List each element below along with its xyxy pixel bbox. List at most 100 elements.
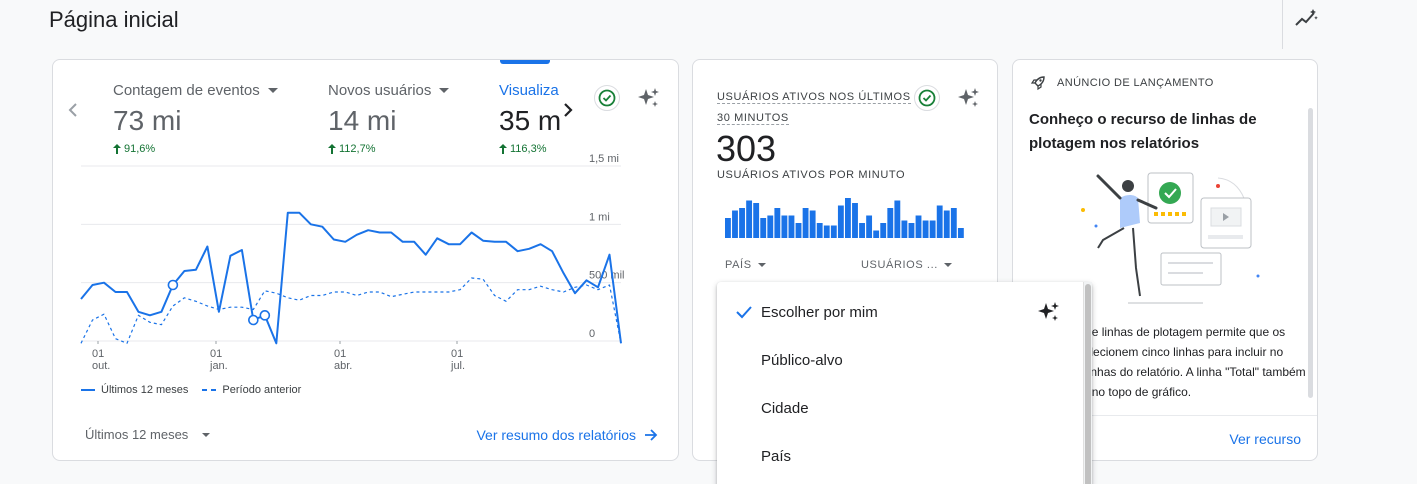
realtime-bar: [802, 208, 809, 238]
realtime-bar: [837, 205, 844, 238]
realtime-bar: [781, 215, 788, 238]
dropdown-item-label: Público-alvo: [761, 351, 843, 369]
realtime-bar: [880, 223, 887, 238]
realtime-bar: [866, 215, 873, 238]
realtime-bar: [795, 223, 802, 238]
data-quality-check[interactable]: [914, 85, 940, 111]
x-tick-label: 01: [334, 348, 346, 360]
legend-dashed-swatch: [202, 389, 217, 391]
caret-down-icon: [943, 263, 952, 267]
header-divider: [1282, 0, 1283, 49]
sparkle-icon: [958, 88, 979, 107]
realtime-title[interactable]: USUÁRIOS ATIVOS NOS ÚLTIMOS 30 MINUTOS: [717, 87, 917, 129]
dimension-dropdown-menu: Escolher por mim Público-alvo Cidade Paí…: [717, 282, 1092, 484]
legend-label: Últimos 12 meses: [101, 384, 189, 396]
realtime-title-text: USUÁRIOS ATIVOS NOS ÚLTIMOS 30 MINUTOS: [717, 91, 911, 125]
overview-card: Contagem de eventos 73 mi 91,6% Novos us…: [52, 59, 679, 461]
realtime-bar-chart: [725, 198, 964, 238]
dropdown-item-label: Escolher por mim: [761, 303, 878, 321]
realtime-bar: [774, 208, 781, 238]
realtime-bar: [887, 208, 894, 238]
dropdown-item-city[interactable]: Cidade: [717, 384, 1077, 432]
launch-label: ANÚNCIO DE LANÇAMENTO: [1057, 77, 1214, 89]
realtime-bar: [739, 208, 745, 238]
y-tick-label: 1,5 mi: [589, 153, 619, 165]
anomaly-marker: [259, 310, 271, 321]
view-reports-label: Ver resumo dos relatórios: [476, 427, 636, 443]
check-circle-icon: [918, 89, 936, 107]
realtime-bar: [746, 200, 753, 238]
dropdown-scrollbar-track[interactable]: [1083, 282, 1092, 484]
realtime-bar: [816, 223, 823, 238]
dropdown-item-label: País: [761, 447, 792, 465]
realtime-bar: [943, 210, 950, 238]
y-tick-label: 1 mi: [589, 211, 610, 223]
overview-line-chart: 1,5 mi1 mi500 mil001out.01jan.01abr.01ju…: [80, 153, 624, 372]
realtime-bar: [788, 215, 795, 238]
dropdown-item-audience[interactable]: Público-alvo: [717, 336, 1077, 384]
dropdown-item-auto[interactable]: Escolher por mim: [717, 288, 1077, 336]
realtime-bar: [894, 200, 901, 238]
view-reports-link[interactable]: Ver resumo dos relatórios: [476, 427, 658, 443]
realtime-bar: [767, 215, 774, 238]
legend-previous[interactable]: Período anterior: [202, 384, 301, 396]
x-tick-label: 01: [92, 348, 104, 360]
users-column-selector[interactable]: USUÁRIOS ...: [861, 259, 952, 271]
sparkle-icon: [1038, 302, 1059, 321]
arrow-right-icon: [645, 429, 658, 441]
realtime-bar: [873, 230, 880, 238]
realtime-bar: [845, 198, 851, 238]
illustration-image: [1081, 172, 1260, 304]
launch-title: Conheço o recurso de linhas de plotagem …: [1029, 111, 1257, 152]
realtime-bar: [830, 225, 837, 238]
legend-current[interactable]: Últimos 12 meses: [81, 384, 188, 396]
insights-button[interactable]: [1292, 6, 1320, 30]
x-tick-label: 01: [451, 348, 463, 360]
legend-label: Período anterior: [222, 384, 302, 396]
legend-solid-swatch: [81, 389, 95, 391]
ai-insights-button[interactable]: [956, 85, 982, 111]
country-column-selector[interactable]: PAÍS: [725, 259, 766, 271]
realtime-bar: [922, 220, 929, 238]
dropdown-item-country[interactable]: País: [717, 432, 1077, 480]
realtime-bar: [809, 210, 816, 238]
realtime-bar: [753, 203, 760, 238]
trending-sparkle-icon: [1295, 9, 1318, 26]
realtime-bar: [760, 218, 767, 238]
realtime-bar: [823, 225, 830, 238]
realtime-value: 303: [716, 128, 777, 169]
y-tick-label: 500 mil: [589, 270, 624, 282]
scrollbar[interactable]: [1308, 108, 1313, 398]
realtime-bar: [732, 210, 738, 238]
anomaly-marker: [167, 279, 179, 291]
realtime-subtitle: USUÁRIOS ATIVOS POR MINUTO: [717, 169, 906, 181]
dropdown-scrollbar-thumb[interactable]: [1085, 284, 1091, 484]
realtime-bar: [950, 208, 957, 238]
page-title: Página inicial: [49, 7, 179, 32]
x-tick-label: jan.: [209, 360, 228, 372]
view-feature-link[interactable]: Ver recurso: [1229, 431, 1301, 447]
date-range-selector[interactable]: Últimos 12 meses: [85, 427, 211, 442]
column-label: USUÁRIOS ...: [861, 259, 938, 271]
y-tick-label: 0: [589, 328, 595, 340]
realtime-bar: [908, 223, 915, 238]
caret-down-icon: [757, 263, 766, 267]
rocket-icon: [1030, 76, 1045, 91]
realtime-bar: [859, 223, 865, 238]
realtime-bar: [915, 215, 922, 238]
realtime-bar: [852, 203, 858, 238]
realtime-bar: [929, 220, 936, 238]
anomaly-marker: [248, 314, 259, 326]
chart-legend: Últimos 12 meses Período anterior: [81, 384, 301, 396]
realtime-bar: [957, 228, 964, 238]
x-tick-label: 01: [210, 348, 222, 360]
realtime-bar: [901, 220, 908, 238]
realtime-bar: [936, 205, 943, 238]
check-icon: [736, 306, 752, 319]
date-range-label: Últimos 12 meses: [85, 427, 189, 442]
dropdown-item-label: Cidade: [761, 399, 809, 417]
x-tick-label: abr.: [334, 360, 352, 372]
x-tick-label: jul.: [450, 360, 465, 372]
x-tick-label: out.: [92, 360, 110, 372]
column-label: PAÍS: [725, 259, 752, 271]
